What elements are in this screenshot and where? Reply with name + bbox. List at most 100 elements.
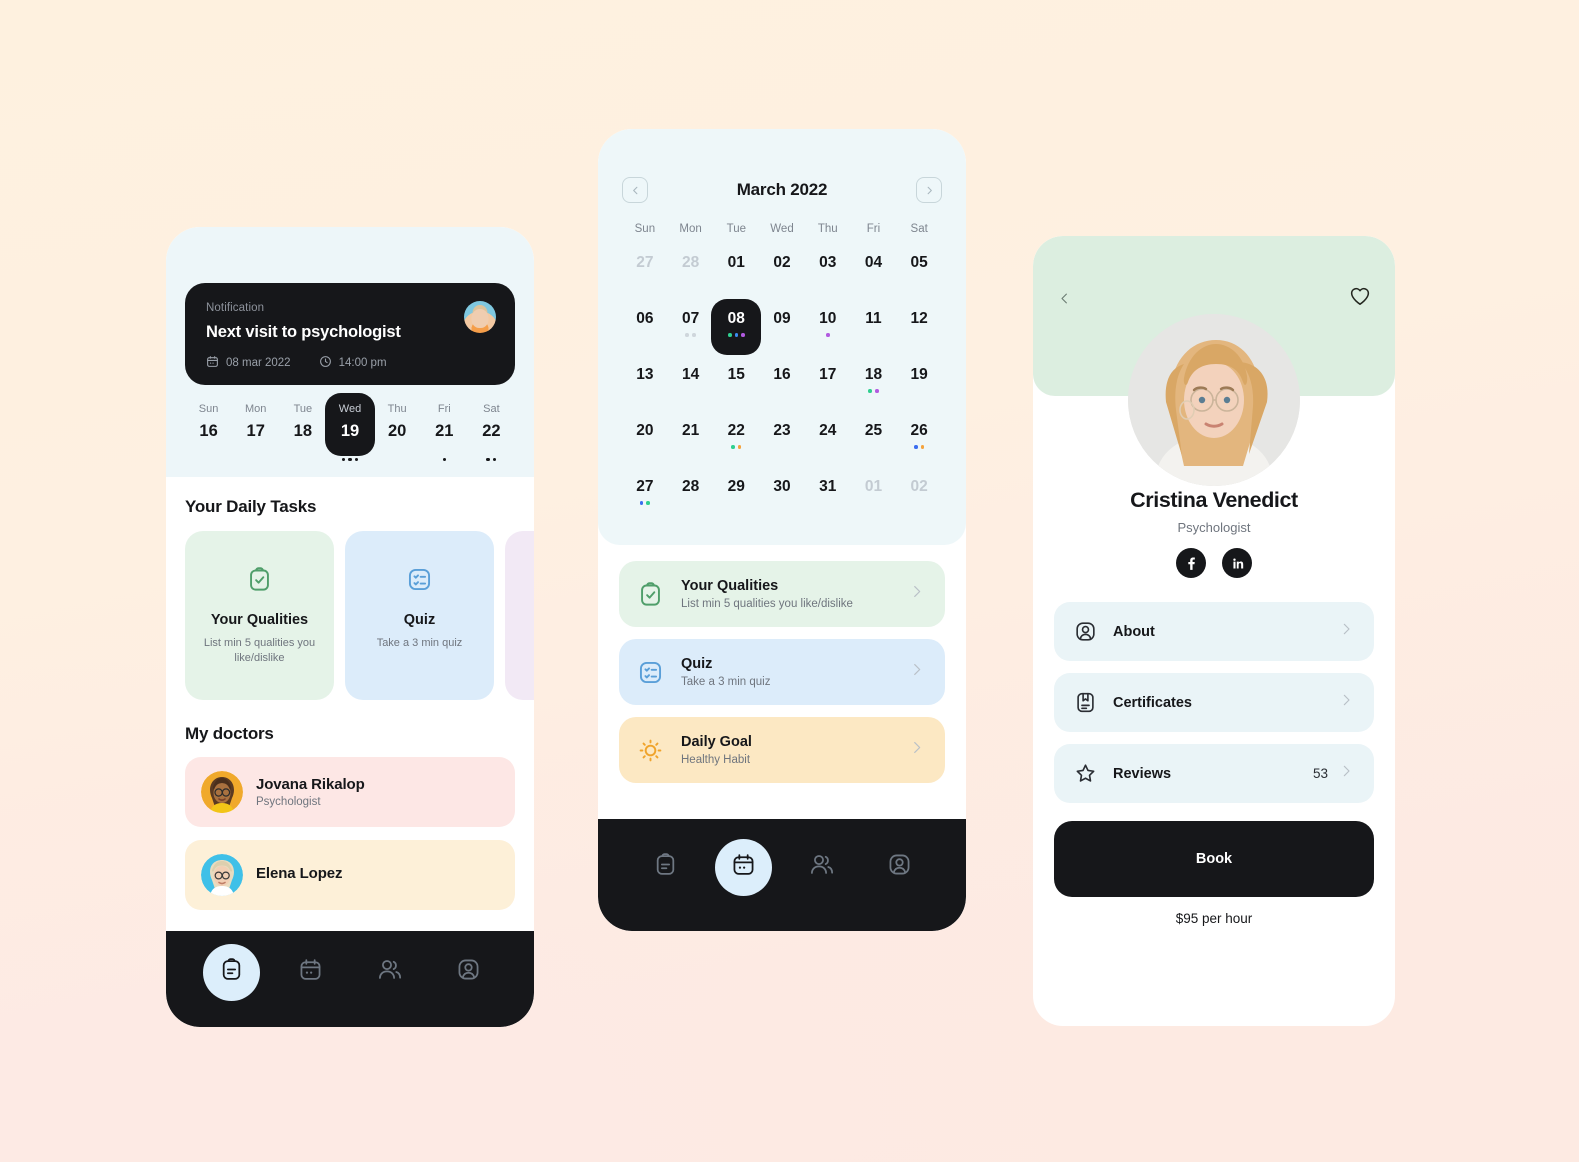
- task-card-desc: List min 5 qualities you like/dislike: [203, 637, 316, 664]
- calendar-day-25[interactable]: 25: [851, 417, 897, 463]
- calendar-day-28[interactable]: 28: [668, 473, 714, 519]
- profile-menu-item-certificates[interactable]: Certificates: [1054, 673, 1374, 732]
- calendar-day-13[interactable]: 13: [622, 361, 668, 407]
- calendar-day-number: 25: [864, 422, 883, 439]
- calendar-day-08[interactable]: 08: [711, 299, 762, 355]
- calendar-day-02[interactable]: 02: [759, 249, 805, 295]
- calendar-day-number: 07: [681, 310, 700, 327]
- calendar-day-16[interactable]: 16: [759, 361, 805, 407]
- calendar-day-28[interactable]: 28: [668, 249, 714, 295]
- task-card-quiz[interactable]: Quiz Take a 3 min quiz: [345, 531, 494, 700]
- calendar-day-number: 13: [636, 366, 654, 383]
- heart-icon[interactable]: [1349, 286, 1371, 311]
- calendar-day-07[interactable]: 07: [668, 305, 714, 351]
- doctor-info: Elena Lopez: [256, 865, 343, 885]
- task-card-desc: Take a 3 min quiz: [376, 637, 463, 649]
- calendar-day-04[interactable]: 04: [851, 249, 897, 295]
- calendar-day-29[interactable]: 29: [713, 473, 759, 519]
- calendar-day-20[interactable]: 20: [622, 417, 668, 463]
- calendar-day-05[interactable]: 05: [896, 249, 942, 295]
- calendar-day-number: 20: [636, 422, 654, 439]
- linkedin-icon[interactable]: [1222, 548, 1252, 578]
- week-day-20[interactable]: Thu 20: [374, 403, 421, 463]
- calendar-day-06[interactable]: 06: [622, 305, 668, 351]
- chevron-right-icon[interactable]: [1338, 763, 1354, 784]
- doctor-row[interactable]: Elena Lopez: [185, 840, 515, 910]
- week-day-21[interactable]: Fri 21: [421, 403, 468, 463]
- week-day-number: 17: [246, 422, 265, 440]
- week-day-number: 18: [293, 422, 313, 440]
- book-button[interactable]: Book: [1054, 821, 1374, 897]
- prev-month-button[interactable]: [622, 177, 648, 203]
- profile-menu-count: 53: [1312, 766, 1328, 781]
- calendar-day-number: 12: [910, 310, 928, 327]
- chevron-right-icon[interactable]: [908, 583, 925, 605]
- calendar-day-26[interactable]: 26: [896, 417, 942, 463]
- facebook-icon[interactable]: [1176, 548, 1206, 578]
- calendar-day-21[interactable]: 21: [668, 417, 714, 463]
- home-screen-body: Notification Next visit to psychologist …: [166, 227, 534, 1027]
- back-button[interactable]: [1057, 291, 1072, 311]
- nav-button-calendar[interactable]: [282, 944, 339, 1001]
- calendar-day-09[interactable]: 09: [759, 305, 805, 351]
- calendar-day-19[interactable]: 19: [896, 361, 942, 407]
- task-row-daily-goal[interactable]: Daily Goal Healthy Habit: [619, 717, 945, 783]
- calendar-day-number: 21: [681, 422, 700, 439]
- doctor-row[interactable]: Jovana Rikalop Psychologist: [185, 757, 515, 827]
- calendar-day-14[interactable]: 14: [668, 361, 714, 407]
- nav-button-clipboard[interactable]: [203, 943, 260, 1001]
- certificate-icon: [1074, 691, 1097, 714]
- nav-button-profile[interactable]: [440, 944, 497, 1001]
- doctor-name: Cristina Venedict: [1130, 488, 1298, 512]
- daily-tasks-list: Your Qualities List min 5 qualities you l…: [185, 531, 534, 700]
- calendar-day-24[interactable]: 24: [805, 417, 851, 463]
- calendar-day-01[interactable]: 01: [713, 249, 759, 295]
- profile-menu-label: Certificates: [1113, 694, 1192, 711]
- calendar-day-number: 28: [681, 478, 700, 495]
- week-day-18[interactable]: Tue 18: [279, 403, 326, 463]
- notification-card[interactable]: Notification Next visit to psychologist …: [185, 283, 515, 385]
- calendar-day-22[interactable]: 22: [713, 417, 759, 463]
- event-dot: [646, 501, 650, 505]
- nav-button-profile[interactable]: [871, 839, 928, 896]
- calendar-day-17[interactable]: 17: [805, 361, 851, 407]
- notification-label: Notification: [206, 302, 265, 314]
- chevron-right-icon[interactable]: [1338, 692, 1354, 713]
- nav-button-clipboard[interactable]: [637, 839, 694, 896]
- calendar-day-11[interactable]: 11: [851, 305, 897, 351]
- calendar-day-number: 23: [773, 422, 791, 439]
- calendar-day-number: 31: [819, 478, 837, 495]
- profile-menu-item-reviews[interactable]: Reviews 53: [1054, 744, 1374, 803]
- calendar-day-31[interactable]: 31: [805, 473, 851, 519]
- week-day-16[interactable]: Sun 16: [185, 403, 232, 463]
- nav-button-calendar[interactable]: [714, 838, 772, 896]
- task-row-your-qualities[interactable]: Your Qualities List min 5 qualities you l…: [619, 561, 945, 627]
- chevron-right-icon[interactable]: [908, 661, 925, 683]
- week-day-17[interactable]: Mon 17: [232, 403, 279, 463]
- profile-menu-item-about[interactable]: About: [1054, 602, 1374, 661]
- task-card[interactable]: [505, 531, 534, 700]
- task-row-quiz[interactable]: Quiz Take a 3 min quiz: [619, 639, 945, 705]
- calendar-day-27[interactable]: 27: [622, 473, 668, 519]
- calendar-day-02[interactable]: 02: [896, 473, 942, 519]
- calendar-day-23[interactable]: 23: [759, 417, 805, 463]
- task-card-your-qualities[interactable]: Your Qualities List min 5 qualities you l…: [185, 531, 334, 700]
- calendar-panel: March 2022 Sun Mon Tue Wed Thu Fri Sat 27 28 01 0…: [598, 129, 966, 545]
- calendar-icon: [206, 355, 219, 371]
- nav-button-people[interactable]: [361, 944, 418, 1001]
- next-month-button[interactable]: [916, 177, 942, 203]
- calendar-day-10[interactable]: 10: [805, 305, 851, 351]
- calendar-day-18[interactable]: 18: [851, 361, 897, 407]
- task-row-text: Daily Goal Healthy Habit: [681, 734, 752, 766]
- chevron-right-icon[interactable]: [1338, 621, 1354, 642]
- week-day-19[interactable]: Wed 19: [324, 393, 375, 463]
- week-day-22[interactable]: Sat 22: [468, 403, 515, 463]
- calendar-day-27[interactable]: 27: [622, 249, 668, 295]
- calendar-day-15[interactable]: 15: [713, 361, 759, 407]
- calendar-day-01[interactable]: 01: [851, 473, 897, 519]
- calendar-day-03[interactable]: 03: [805, 249, 851, 295]
- calendar-day-12[interactable]: 12: [896, 305, 942, 351]
- nav-button-people[interactable]: [793, 839, 850, 896]
- calendar-day-30[interactable]: 30: [759, 473, 805, 519]
- chevron-right-icon[interactable]: [908, 739, 925, 761]
